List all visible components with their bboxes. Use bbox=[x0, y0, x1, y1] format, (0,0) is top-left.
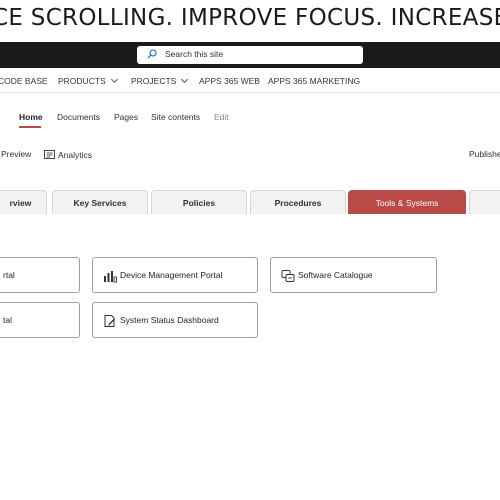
site-banner: CE SCROLLING. IMPROVE FOCUS. INCREASE CL… bbox=[0, 0, 500, 42]
card-label: rtal bbox=[3, 270, 15, 280]
site-nav-documents[interactable]: Documents bbox=[57, 112, 100, 122]
card-label: tal bbox=[3, 315, 12, 325]
tab-tools-and-systems[interactable]: Tools & Systems bbox=[348, 190, 466, 214]
site-nav-edit[interactable]: Edit bbox=[214, 112, 229, 122]
chevron-down-icon bbox=[181, 75, 189, 84]
tab-key-services[interactable]: Key Services bbox=[52, 190, 148, 214]
hub-nav-item-projects[interactable]: PROJECTS bbox=[131, 75, 189, 86]
analytics-icon bbox=[44, 150, 55, 159]
section-tabs: rview Key Services Policies Procedures T… bbox=[0, 190, 500, 215]
link-card-portal[interactable]: rtal bbox=[0, 257, 80, 293]
tab-policies[interactable]: Policies bbox=[151, 190, 247, 214]
tab-overview[interactable]: rview bbox=[0, 190, 47, 214]
hub-nav-item-code-base[interactable]: CODE BASE bbox=[0, 76, 48, 86]
search-icon bbox=[147, 49, 157, 59]
device-bars-icon bbox=[104, 271, 117, 283]
link-card-system-status-dashboard[interactable]: System Status Dashboard bbox=[92, 302, 258, 338]
tab-procedures[interactable]: Procedures bbox=[250, 190, 346, 214]
site-nav-pages[interactable]: Pages bbox=[114, 112, 138, 122]
hub-nav-item-apps-365-web[interactable]: APPS 365 WEB bbox=[199, 76, 260, 86]
card-label: System Status Dashboard bbox=[120, 315, 219, 325]
card-label: Software Catalogue bbox=[298, 270, 373, 280]
published-status: Published bbox=[469, 149, 500, 159]
active-tab-indicator bbox=[19, 126, 41, 128]
hub-nav-item-products[interactable]: PRODUCTS bbox=[58, 75, 118, 86]
document-edit-icon bbox=[104, 315, 115, 327]
hub-navigation: CODE BASE PRODUCTS PROJECTS APPS 365 WEB… bbox=[0, 68, 500, 93]
software-catalogue-icon bbox=[281, 270, 295, 282]
search-box[interactable]: Search this site bbox=[137, 46, 363, 64]
card-label: Device Management Portal bbox=[120, 270, 223, 280]
search-input[interactable]: Search this site bbox=[165, 49, 223, 59]
link-card-portal-2[interactable]: tal bbox=[0, 302, 80, 338]
link-card-software-catalogue[interactable]: Software Catalogue bbox=[270, 257, 437, 293]
banner-text: CE SCROLLING. IMPROVE FOCUS. INCREASE CL… bbox=[0, 5, 500, 31]
preview-button[interactable]: Preview bbox=[1, 149, 31, 159]
chevron-down-icon bbox=[110, 75, 118, 84]
site-nav-site-contents[interactable]: Site contents bbox=[151, 112, 200, 122]
hub-nav-item-apps-365-marketing[interactable]: APPS 365 MARKETING bbox=[268, 76, 360, 86]
site-nav-home[interactable]: Home bbox=[19, 112, 43, 122]
tab-next[interactable] bbox=[469, 190, 500, 214]
analytics-button[interactable]: Analytics bbox=[44, 149, 92, 160]
link-card-device-management-portal[interactable]: Device Management Portal bbox=[92, 257, 258, 293]
